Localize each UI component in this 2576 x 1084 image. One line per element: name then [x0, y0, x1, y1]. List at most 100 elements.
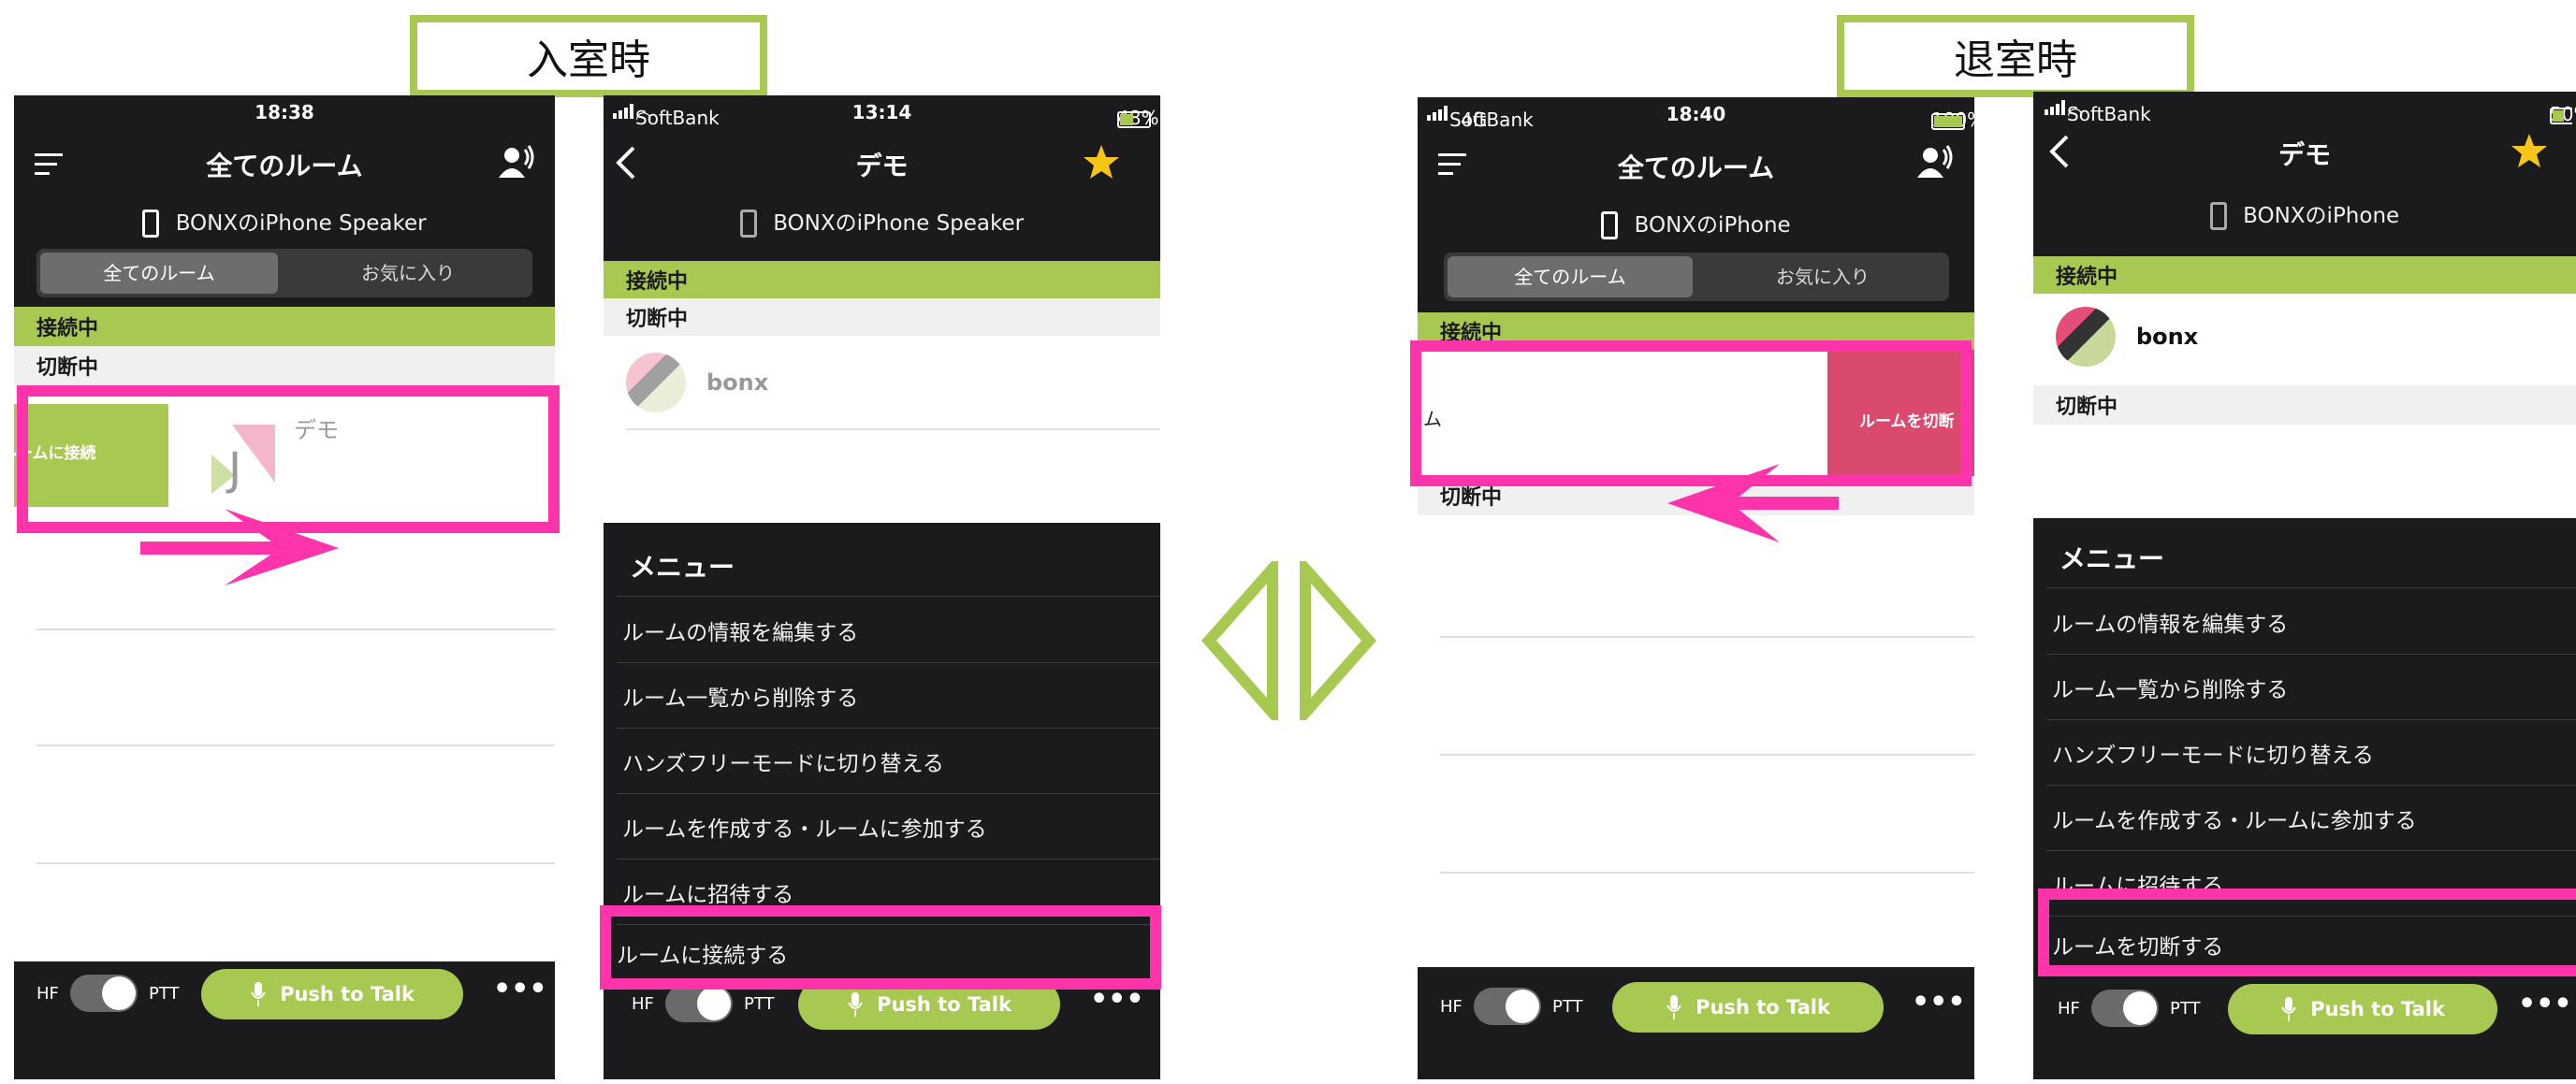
member-name: bonx: [2136, 324, 2199, 350]
swipe-right-arrow-icon: [140, 509, 339, 585]
divider: [617, 596, 1160, 597]
push-to-talk-button[interactable]: Push to Talk: [201, 969, 463, 1019]
divider: [36, 629, 555, 630]
more-button[interactable]: •••: [1912, 986, 1966, 1019]
nav-bar: デモ: [604, 129, 1160, 195]
battery-icon: [1931, 112, 1965, 130]
disconnected-label: 切断中: [626, 308, 689, 331]
ptt-label: PTT: [2170, 999, 2201, 1019]
exit-label-box: 退室時: [1837, 15, 2194, 97]
status-time: 18:40: [1666, 103, 1726, 125]
tab-all-rooms[interactable]: 全てのルーム: [40, 253, 278, 294]
connected-label: 接続中: [2056, 266, 2118, 289]
divider: [1440, 754, 1974, 756]
menu-item-remove-room[interactable]: ルーム一覧から削除する: [604, 663, 1160, 729]
push-to-talk-label: Push to Talk: [2310, 998, 2445, 1020]
tab-all-rooms[interactable]: 全てのルーム: [1448, 256, 1693, 297]
nav-bar: 全てのルーム: [1418, 131, 1974, 196]
room-filter-segment: 全てのルーム お気に入り: [1444, 253, 1949, 301]
disconnect-highlight-frame: [2038, 889, 2576, 976]
hf-ptt-toggle[interactable]: [1474, 988, 1541, 1025]
ptt-label: PTT: [744, 994, 775, 1014]
member-row[interactable]: bonx: [626, 343, 1160, 427]
voice-icon[interactable]: [497, 144, 536, 181]
status-time: 18:38: [255, 101, 314, 123]
connected-header: 接続中: [2033, 256, 2576, 294]
device-row[interactable]: BONXのiPhone Speaker: [14, 200, 555, 247]
hf-ptt-toggle[interactable]: [2091, 990, 2159, 1027]
device-row[interactable]: BONXのiPhone: [2033, 193, 2576, 239]
mic-icon: [848, 992, 863, 1017]
device-row[interactable]: BONXのiPhone: [1418, 202, 1974, 249]
hf-ptt-toggle[interactable]: [665, 985, 733, 1022]
page-title: 全てのルーム: [206, 151, 363, 181]
push-to-talk-button[interactable]: Push to Talk: [2228, 984, 2497, 1034]
voice-icon[interactable]: [1915, 144, 1955, 181]
push-to-talk-label: Push to Talk: [1696, 996, 1830, 1019]
hf-ptt-toggle[interactable]: [70, 975, 138, 1012]
hf-label: HF: [632, 994, 654, 1014]
more-button[interactable]: •••: [493, 973, 547, 1005]
star-icon[interactable]: [2511, 133, 2548, 168]
phone-icon: [2209, 202, 2227, 230]
disconnected-label: 切断中: [2056, 396, 2118, 419]
hf-label: HF: [1440, 997, 1463, 1017]
menu-title: メニュー: [630, 552, 735, 583]
push-to-talk-label: Push to Talk: [877, 993, 1011, 1016]
tab-favorites[interactable]: お気に入り: [1700, 256, 1945, 297]
tab-favorites[interactable]: お気に入り: [289, 253, 527, 294]
bottom-bar: HF PTT Push to Talk •••: [2033, 978, 2576, 1053]
ptt-label: PTT: [149, 984, 180, 1004]
carrier: SoftBank ◠: [2045, 97, 2151, 125]
member-row[interactable]: bonx: [2056, 301, 2576, 385]
menu-item-remove-room[interactable]: ルーム一覧から削除する: [2033, 655, 2576, 720]
exit-label: 退室時: [1954, 36, 2077, 84]
push-to-talk-button[interactable]: Push to Talk: [1612, 982, 1884, 1033]
battery: 48%: [1117, 101, 1158, 129]
more-button[interactable]: •••: [2518, 988, 2572, 1020]
menu-item-handsfree[interactable]: ハンズフリーモードに切り替える: [604, 729, 1160, 794]
connected-header: 接続中: [14, 307, 555, 346]
status-bar: SoftBank ◠ 50%: [2033, 92, 2576, 125]
avatar: [626, 353, 686, 412]
disconnected-label: 切断中: [36, 356, 99, 380]
menu-item-create-join[interactable]: ルームを作成する・ルームに参加する: [2033, 786, 2576, 851]
disconnected-header: 切断中: [604, 298, 1160, 336]
menu-sheet: メニュー ルームの情報を編集する ルーム一覧から削除する ハンズフリーモードに切…: [604, 523, 1160, 972]
status-bar: 18:38: [14, 95, 555, 129]
mic-icon: [1666, 995, 1681, 1019]
divider: [36, 744, 555, 746]
device-name: BONXのiPhone: [1634, 213, 1791, 238]
bottom-bar: HF PTT Push to Talk •••: [14, 961, 555, 1036]
hf-label: HF: [2058, 999, 2080, 1019]
page-title: 全てのルーム: [1617, 152, 1775, 183]
star-icon[interactable]: [1083, 144, 1120, 180]
divider: [1440, 872, 1974, 874]
divider: [626, 428, 1160, 430]
swipe-left-arrow-icon: [1667, 464, 1839, 542]
menu-item-handsfree[interactable]: ハンズフリーモードに切り替える: [2033, 720, 2576, 786]
signal-icon: [2045, 100, 2065, 115]
battery-icon: [1117, 110, 1151, 128]
status-time: 13:14: [851, 101, 912, 123]
menu-item-edit-room[interactable]: ルームの情報を編集する: [2033, 589, 2576, 655]
page-title: デモ: [2278, 139, 2331, 170]
device-name: BONXのiPhone Speaker: [175, 211, 427, 236]
room-filter-segment: 全てのルーム お気に入り: [36, 249, 532, 297]
mic-icon: [251, 982, 266, 1006]
ptt-label: PTT: [1552, 997, 1583, 1017]
bottom-bar: HF PTT Push to Talk •••: [1418, 973, 1974, 1048]
page-title: デモ: [855, 151, 909, 181]
connect-highlight-frame: [600, 905, 1161, 990]
status-bar: SoftBank ◠ 13:14 48%: [604, 95, 1160, 129]
nav-bar: 全てのルーム: [14, 129, 555, 195]
status-bar: SoftBank 4G 18:40 100%: [1418, 97, 1974, 131]
divider: [2046, 587, 2576, 588]
device-row[interactable]: BONXのiPhone Speaker: [604, 200, 1160, 247]
menu-item-edit-room[interactable]: ルームの情報を編集する: [604, 598, 1160, 663]
device-name: BONXのiPhone: [2243, 204, 2400, 228]
menu-title: メニュー: [2059, 543, 2165, 574]
enter-label: 入室時: [527, 36, 650, 84]
menu-item-create-join[interactable]: ルームを作成する・ルームに参加する: [604, 794, 1160, 860]
battery: 50%: [2550, 97, 2576, 125]
